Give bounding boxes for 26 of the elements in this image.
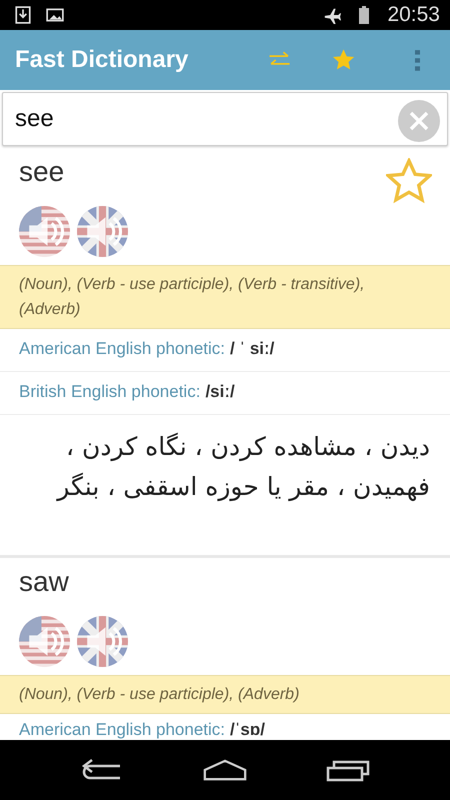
clear-icon[interactable] (398, 100, 440, 142)
airplane-icon (323, 6, 342, 24)
phonetic-label: American English phonetic: (19, 339, 226, 358)
entry-word: saw (19, 566, 69, 598)
phonetic-value: / ˈ siː/ (230, 339, 274, 358)
phonetic-value: /siː/ (205, 382, 235, 401)
recent-apps-icon[interactable] (326, 758, 370, 782)
search-field[interactable]: see (2, 92, 448, 146)
speaker-icon[interactable] (19, 206, 70, 257)
speaker-icon[interactable] (77, 616, 128, 667)
entry-word: see (19, 156, 64, 188)
phonetic-label: British English phonetic: (19, 382, 200, 401)
star-icon[interactable] (386, 158, 432, 204)
menu-icon[interactable] (414, 48, 420, 72)
app-title: Fast Dictionary (15, 46, 188, 74)
phonetic-label: American English phonetic: (19, 720, 226, 739)
translation: دیدن ، مشاهده کردن ، نگاه کردن ، فهمیدن ، مقر یا حوزه اسقفی ، بنگر (55, 431, 431, 504)
image-icon (46, 6, 64, 24)
parts-of-speech: (Noun), (Verb - use participle), (Verb - transitive), (Adverb) (0, 265, 450, 329)
phonetic-value: /ˈsɒ/ (230, 720, 265, 739)
download-icon (14, 6, 32, 24)
speaker-icon[interactable] (77, 206, 128, 257)
clock: 20:53 (387, 3, 440, 27)
home-icon[interactable] (202, 758, 247, 782)
parts-of-speech: (Noun), (Verb - use participle), (Adverb) (0, 675, 450, 714)
speaker-icon[interactable] (19, 616, 70, 667)
